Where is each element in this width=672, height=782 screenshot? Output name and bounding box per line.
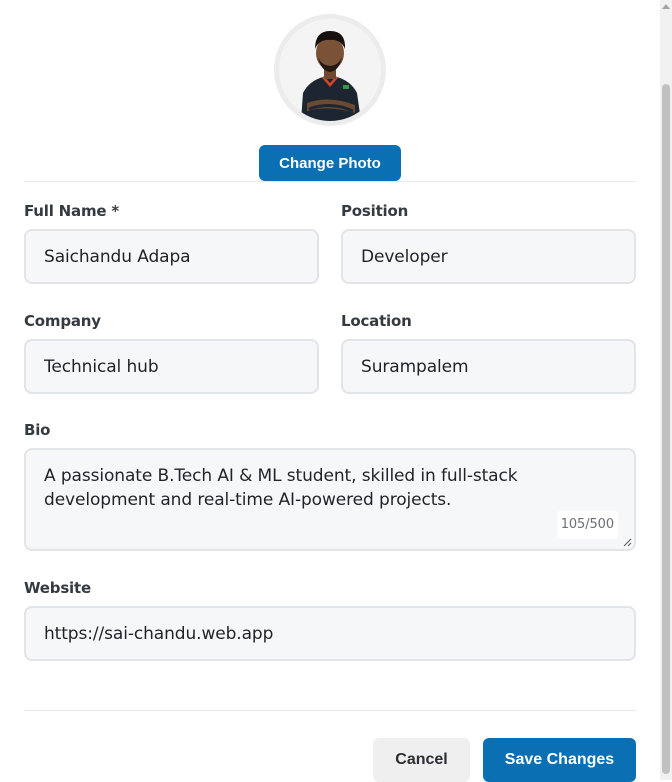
full-name-label: Full Name * (24, 202, 120, 220)
website-input[interactable]: https://sai-chandu.web.app (24, 606, 636, 661)
cancel-button[interactable]: Cancel (373, 738, 470, 782)
divider (24, 181, 636, 182)
full-name-input[interactable]: Saichandu Adapa (24, 229, 319, 284)
person-photo-icon (279, 19, 381, 121)
location-input[interactable]: Surampalem (341, 339, 636, 394)
bio-textarea[interactable]: A passionate B.Tech AI & ML student, ski… (24, 448, 636, 551)
save-changes-button[interactable]: Save Changes (483, 738, 636, 782)
company-input[interactable]: Technical hub (24, 339, 319, 394)
position-input[interactable]: Developer (341, 229, 636, 284)
scrollbar[interactable] (660, 0, 672, 780)
change-photo-button[interactable]: Change Photo (259, 145, 401, 181)
company-label: Company (24, 312, 101, 330)
divider (24, 710, 636, 711)
bio-text: A passionate B.Tech AI & ML student, ski… (44, 466, 518, 510)
bio-label: Bio (24, 421, 51, 439)
location-label: Location (341, 312, 412, 330)
resize-handle-icon[interactable] (622, 537, 632, 547)
edit-profile-modal: Change Photo Full Name * Saichandu Adapa… (0, 0, 660, 782)
scrollbar-thumb[interactable] (662, 84, 670, 774)
bio-char-count: 105/500 (556, 511, 618, 539)
position-label: Position (341, 202, 409, 220)
scroll-up-arrow-icon[interactable] (662, 4, 670, 9)
avatar (274, 14, 386, 126)
website-label: Website (24, 579, 91, 597)
avatar-photo (279, 19, 381, 121)
